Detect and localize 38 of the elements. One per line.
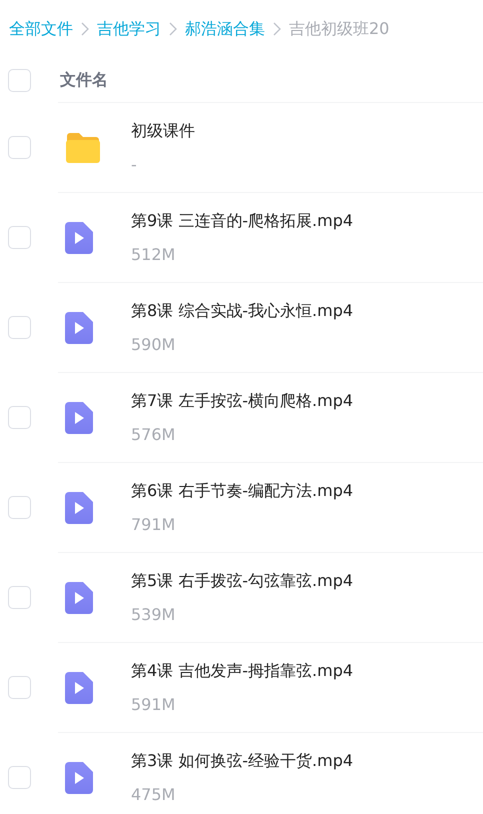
folder-icon (65, 132, 101, 164)
video-file-icon (65, 762, 93, 794)
file-size: 475M (131, 784, 176, 806)
chevron-right-icon (273, 22, 281, 36)
chevron-right-icon (169, 22, 177, 36)
file-size: 590M (131, 334, 176, 356)
file-name[interactable]: 第6课 右手节奏-编配方法.mp4 (131, 478, 354, 502)
checkbox[interactable] (8, 586, 31, 608)
file-size: 791M (131, 514, 176, 536)
chevron-right-icon (81, 22, 89, 36)
file-name[interactable]: 初级课件 (131, 118, 195, 142)
file-name[interactable]: 第5课 右手拨弦-勾弦靠弦.mp4 (131, 568, 354, 592)
video-file-icon (65, 222, 93, 254)
checkbox[interactable] (8, 406, 31, 428)
checkbox[interactable] (8, 136, 31, 158)
video-file-icon (65, 402, 93, 434)
file-size: 591M (131, 694, 176, 716)
video-file-icon (65, 582, 93, 614)
checkbox[interactable] (8, 68, 31, 92)
checkbox[interactable] (8, 226, 31, 248)
file-size: - (131, 154, 138, 176)
checkbox[interactable] (8, 316, 31, 338)
video-file-icon (65, 492, 93, 524)
file-name[interactable]: 第9课 三连音的-爬格拓展.mp4 (131, 208, 354, 232)
file-name[interactable]: 第8课 综合实战-我心永恒.mp4 (131, 298, 354, 322)
file-name[interactable]: 第4课 吉他发声-拇指靠弦.mp4 (131, 658, 354, 682)
column-header: 文件名 (60, 69, 108, 91)
file-name[interactable]: 第7课 左手按弦-横向爬格.mp4 (131, 388, 354, 412)
breadcrumb-current: 吉他初级班20 (289, 18, 390, 40)
checkbox[interactable] (8, 676, 31, 698)
checkbox[interactable] (8, 766, 31, 788)
file-size: 576M (131, 424, 176, 446)
file-size: 539M (131, 604, 176, 626)
video-file-icon (65, 672, 93, 704)
file-size: 512M (131, 244, 176, 266)
checkbox[interactable] (8, 496, 31, 518)
video-file-icon (65, 312, 93, 344)
file-name[interactable]: 第3课 如何换弦-经验干货.mp4 (131, 748, 354, 772)
